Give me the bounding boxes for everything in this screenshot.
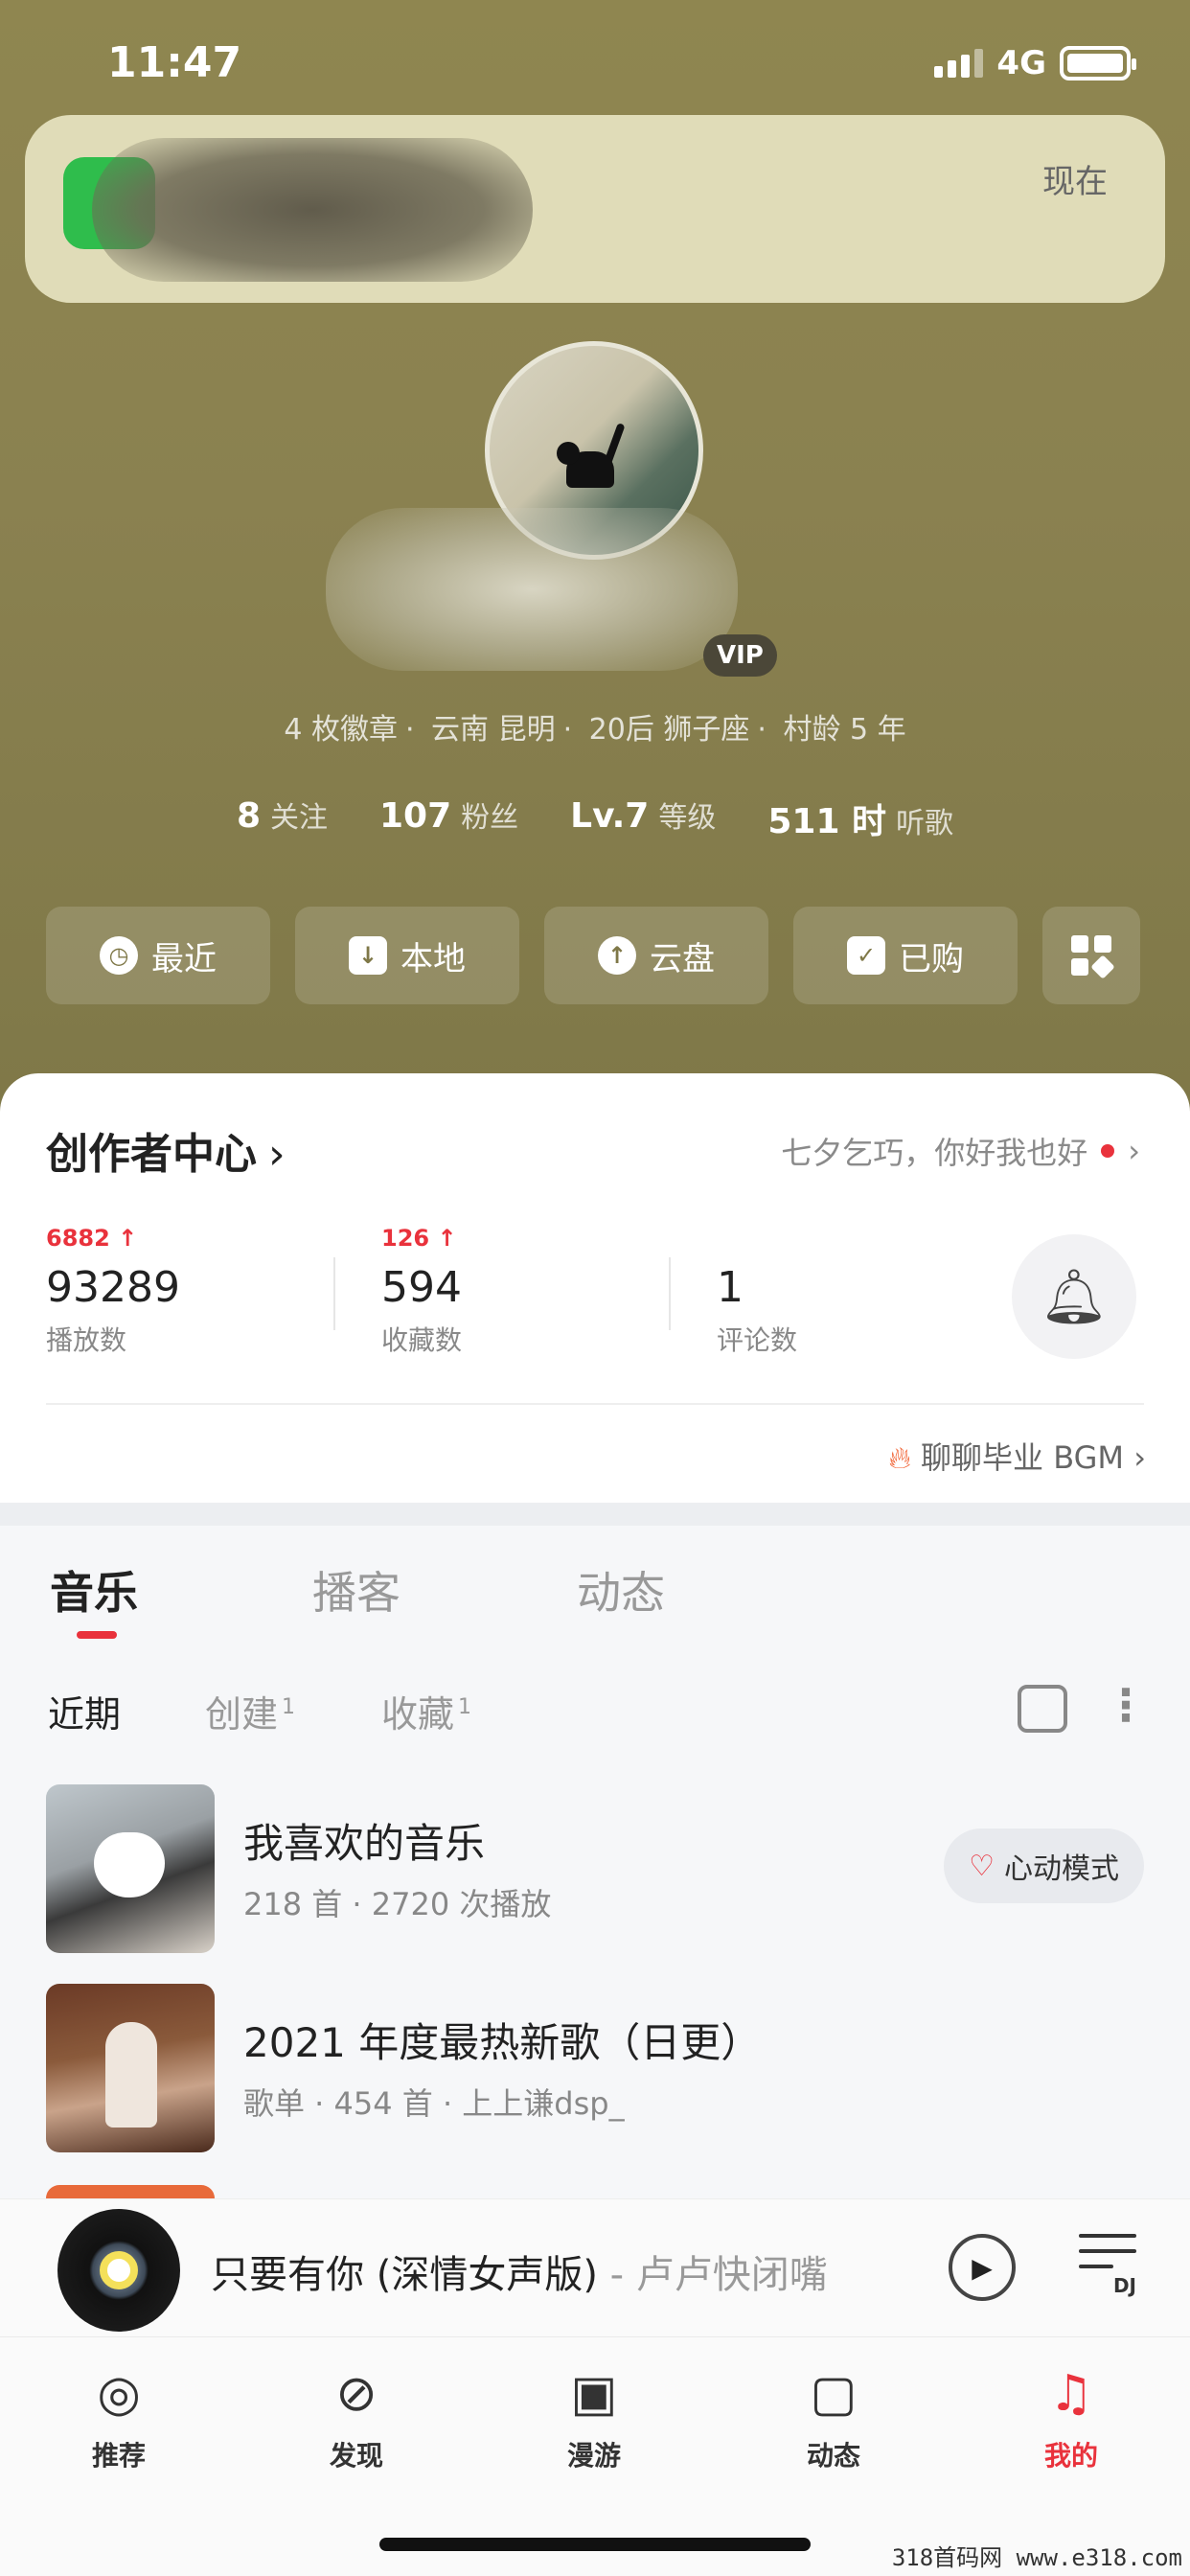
stat-level[interactable]: Lv.7 等级 [570,794,716,843]
profile-header: 11:47 4G 现在 VIP 4 枚徽章 · 云南 昆明 · 20后 狮子座 · 村… [0,0,1190,1112]
age-zodiac: 20后 狮子座 [588,713,750,747]
stat-divider [669,1257,671,1330]
nav-roam[interactable]: ▣ 漫游 [517,2360,671,2473]
chat-bubble-icon: ▢ [810,2365,858,2423]
quick-actions: ◷ 最近 ↓ 本地 ↑ 云盘 ✓ 已购 [46,907,1140,1004]
playlist-item[interactable]: 我喜欢的音乐 218 首 · 2720 次播放 ♡ 心动模式 [46,1784,1144,1953]
purchased-button[interactable]: ✓ 已购 [793,907,1018,1004]
active-tab-indicator [77,1631,117,1639]
play-button[interactable]: ▶ [949,2234,1016,2301]
music-note-icon: ♫ [1048,2365,1094,2423]
heart-sticker-icon [94,1832,165,1898]
mini-player[interactable]: 只要有你 (深情女声版) - 卢卢快闭嘴 ▶ DJ [0,2198,1190,2336]
playlist-item[interactable]: 2021 年度最热新歌（日更） 歌单 · 454 首 · 上上谦dsp_ [46,1984,1144,2152]
network-type: 4G [996,44,1046,82]
bgm-topic-link[interactable]: 🔥︎ 聊聊毕业 BGM › [888,1434,1146,1478]
watermark: 318首码网 www.e318.com [891,2544,1182,2571]
clock-icon: ◷ [100,936,138,975]
playlist-subtitle: 歌单 · 454 首 · 上上谦dsp_ [243,2085,625,2122]
heartbeat-mode-button[interactable]: ♡ 心动模式 [944,1828,1144,1903]
redacted-notification-content [92,138,533,282]
playlist-queue-button[interactable]: DJ [1079,2234,1136,2297]
import-playlist-icon[interactable] [1018,1685,1067,1733]
stat-followers[interactable]: 107 粉丝 [379,794,518,843]
creator-stats: 6882 ↑ 93289 播放数 126 ↑ 594 收藏数 1 评论数 [46,1225,1052,1358]
recent-button[interactable]: ◷ 最近 [46,907,270,1004]
playlist-subtitle: 218 首 · 2720 次播放 [243,1886,552,1922]
creator-center-link[interactable]: 创作者中心 › [46,1119,286,1181]
subtab-created[interactable]: 创建 1 [205,1685,295,1737]
play-icon: ▶ [972,2251,993,2284]
creator-promo-link[interactable]: 七夕乞巧，你好我也好 › [781,1129,1140,1173]
nav-discover[interactable]: ⊘ 发现 [280,2360,433,2473]
more-apps-button[interactable] [1042,907,1140,1004]
cloud-button[interactable]: ↑ 云盘 [544,907,768,1004]
divider [46,1403,1144,1405]
notification-time: 现在 [1042,163,1108,201]
section-gap [0,1503,1190,1526]
playlist-title: 2021 年度最热新歌（日更） [243,2019,762,2066]
album-disc[interactable] [57,2209,180,2332]
tab-moments[interactable]: 动态 [577,1558,665,1622]
tab-podcast[interactable]: 播客 [312,1558,400,1622]
nav-mine[interactable]: ♫ 我的 [995,2360,1148,2473]
local-button[interactable]: ↓ 本地 [295,907,519,1004]
notification-dot [1101,1144,1115,1158]
home-indicator [379,2538,811,2551]
tab-music[interactable]: 音乐 [50,1558,138,1622]
playlist-cover [46,1984,215,2152]
vip-badge[interactable]: VIP [703,634,777,677]
status-indicators: 4G [934,44,1136,82]
chevron-right-icon: › [268,1130,286,1179]
radio-icon: ▣ [570,2365,618,2423]
stat-divider [333,1257,335,1330]
heartbeat-icon: ♡ [969,1849,995,1883]
battery-icon [1060,46,1136,80]
stat-listen-hours[interactable]: 511 时听歌 [767,794,953,843]
compass-icon: ⊘ [335,2365,378,2423]
nav-moments[interactable]: ▢ 动态 [757,2360,910,2473]
cloud-upload-icon: ↑ [598,936,636,975]
now-playing-text[interactable]: 只要有你 (深情女声版) - 卢卢快闭嘴 [211,2243,828,2299]
comment-count-stat[interactable]: 1 评论数 [717,1225,1052,1358]
dj-label: DJ [1112,2274,1136,2297]
download-icon: ↓ [349,936,387,975]
subtab-collected[interactable]: 收藏 1 [381,1685,471,1737]
netease-logo-icon: ◎ [97,2365,141,2423]
chevron-right-icon: › [1128,1133,1140,1169]
redacted-username [326,508,738,671]
nav-recommend[interactable]: ◎ 推荐 [42,2360,195,2473]
shopping-bag-icon: ✓ [847,936,885,975]
favorite-count-stat[interactable]: 126 ↑ 594 收藏数 [381,1225,717,1358]
flower-icon [100,2251,138,2289]
stat-following[interactable]: 8 关注 [237,794,328,843]
location: 云南 昆明 [431,713,556,747]
creator-center-card: 创作者中心 › 七夕乞巧，你好我也好 › 6882 ↑ 93289 播放数 126… [0,1073,1190,1503]
badge-count[interactable]: 4 枚徽章 [284,713,398,747]
subtab-recent[interactable]: 近期 [48,1685,121,1737]
playlist-title: 我喜欢的音乐 [243,1820,486,1867]
signal-icon [934,49,984,78]
profile-info-line[interactable]: 4 枚徽章 · 云南 昆明 · 20后 狮子座 · 村龄 5 年 [0,705,1190,748]
play-count-stat[interactable]: 6882 ↑ 93289 播放数 [46,1225,381,1358]
status-time: 11:47 [107,38,242,87]
bell-icon[interactable]: 🔔︎ [1012,1234,1136,1359]
flame-icon: 🔥︎ [888,1439,911,1476]
more-vertical-icon[interactable]: ⋮ [1104,1679,1148,1731]
village-age: 村龄 5 年 [783,713,906,747]
profile-stats: 8 关注 107 粉丝 Lv.7 等级 511 时听歌 [0,794,1190,843]
playlist-cover [46,1784,215,1953]
notification-banner[interactable]: 现在 [25,115,1165,303]
